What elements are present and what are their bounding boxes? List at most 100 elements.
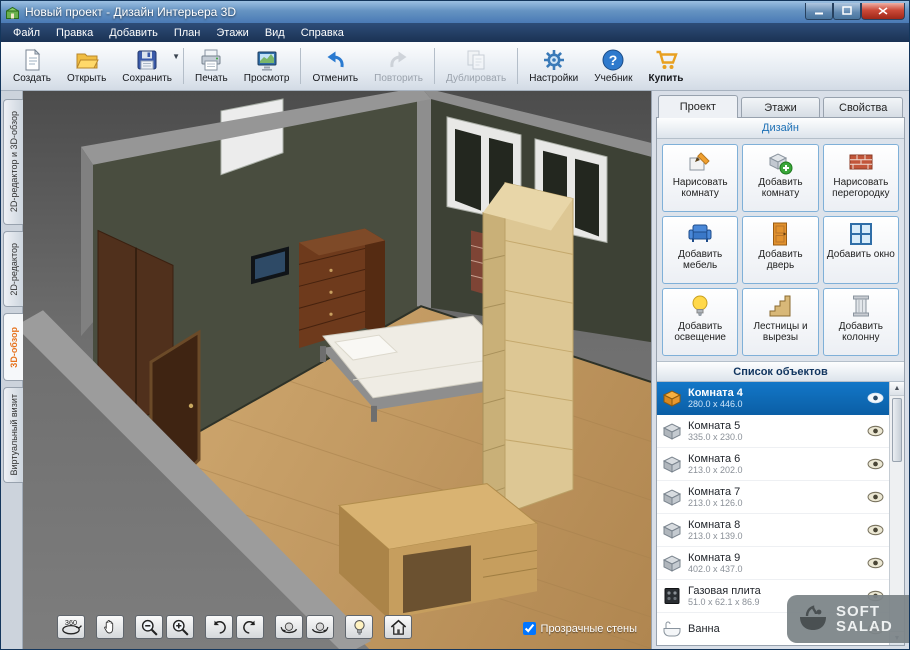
design-section-header: Дизайн bbox=[657, 118, 904, 139]
rotate-ccw-icon bbox=[210, 618, 228, 636]
save-floppy-icon bbox=[135, 48, 159, 72]
corner-post bbox=[417, 95, 431, 308]
close-button[interactable] bbox=[861, 3, 905, 20]
add-door-label: Добавить дверь bbox=[744, 249, 816, 271]
rotate-cw-button[interactable] bbox=[236, 615, 264, 639]
toolbar-open-button[interactable]: Открыть bbox=[59, 44, 114, 88]
tab-2d-and-3d-label: 2D-редактор и 3D-обзор bbox=[9, 111, 19, 212]
rotate-360-button[interactable]: 360 bbox=[57, 615, 85, 639]
column-icon bbox=[848, 293, 874, 319]
add-lighting-button[interactable]: Добавить освещение bbox=[662, 288, 738, 356]
menu-help[interactable]: Справка bbox=[293, 25, 352, 41]
tab-floors[interactable]: Этажи bbox=[741, 97, 821, 118]
stairs-icon bbox=[767, 293, 793, 319]
object-row-room-5[interactable]: Комната 5 335.0 x 230.0 bbox=[657, 415, 889, 448]
room-box-icon bbox=[662, 389, 682, 407]
orbit-left-button[interactable] bbox=[275, 615, 303, 639]
tab-2d-editor-label: 2D-редактор bbox=[9, 243, 19, 296]
lighting-button[interactable] bbox=[345, 615, 373, 639]
zoom-in-icon bbox=[171, 618, 190, 637]
tab-virtual-visit[interactable]: Виртуальный визит bbox=[3, 387, 23, 483]
pan-hand-icon bbox=[101, 618, 119, 636]
menu-edit[interactable]: Правка bbox=[48, 25, 101, 41]
visibility-eye-icon[interactable] bbox=[867, 392, 884, 404]
toolbar-save-button[interactable]: Сохранить ▼ bbox=[114, 44, 180, 88]
minimize-button[interactable] bbox=[805, 3, 833, 20]
visibility-eye-icon[interactable] bbox=[867, 458, 884, 470]
titlebar[interactable]: Новый проект - Дизайн Интерьера 3D bbox=[1, 1, 909, 23]
toolbar-separator bbox=[300, 48, 301, 84]
transparent-walls-toggle[interactable]: Прозрачные стены bbox=[523, 622, 637, 635]
transparent-walls-checkbox[interactable] bbox=[523, 622, 536, 635]
visibility-eye-icon[interactable] bbox=[867, 557, 884, 569]
toolbar-preview-button[interactable]: Просмотр bbox=[236, 44, 298, 88]
maximize-button[interactable] bbox=[833, 3, 861, 20]
light-bulb-icon bbox=[351, 618, 368, 637]
tab-2d-editor[interactable]: 2D-редактор bbox=[3, 231, 23, 307]
toolbar-tutorial-button[interactable]: ? Учебник bbox=[586, 44, 640, 88]
orbit-right-icon bbox=[310, 619, 330, 636]
visibility-eye-icon[interactable] bbox=[867, 425, 884, 437]
window-icon bbox=[848, 221, 874, 247]
toolbar-new-button[interactable]: Создать bbox=[5, 44, 59, 88]
toolbar-undo-button[interactable]: Отменить bbox=[304, 44, 366, 88]
rotate-cw-icon bbox=[241, 618, 259, 636]
save-dropdown-arrow[interactable]: ▼ bbox=[172, 52, 180, 61]
draw-room-icon bbox=[687, 149, 713, 175]
add-room-button[interactable]: Добавить комнату bbox=[742, 144, 818, 212]
room-box-icon bbox=[662, 455, 682, 473]
object-row-room-4[interactable]: Комната 4 280.0 x 446.0 bbox=[657, 382, 889, 415]
add-furniture-button[interactable]: Добавить мебель bbox=[662, 216, 738, 284]
zoom-in-button[interactable] bbox=[166, 615, 194, 639]
viewport-toolbar: 360 bbox=[57, 615, 415, 639]
tab-properties[interactable]: Свойства bbox=[823, 97, 903, 118]
tab-3d-view[interactable]: 3D-обзор bbox=[3, 313, 23, 381]
tab-project[interactable]: Проект bbox=[658, 95, 738, 118]
object-row-room-7[interactable]: Комната 7 213.0 x 126.0 bbox=[657, 481, 889, 514]
toolbar-print-label: Печать bbox=[195, 73, 228, 84]
toolbar-redo-button[interactable]: Повторить bbox=[366, 44, 431, 88]
zoom-out-button[interactable] bbox=[135, 615, 163, 639]
object-name: Комната 6 bbox=[688, 453, 861, 466]
toolbar-print-button[interactable]: Печать bbox=[187, 44, 236, 88]
design-buttons-grid: Нарисовать комнату Добавить комнату Нари… bbox=[657, 139, 904, 361]
menu-plan[interactable]: План bbox=[166, 25, 209, 41]
room-box-icon bbox=[662, 422, 682, 440]
toolbar-buy-button[interactable]: Купить bbox=[641, 44, 692, 88]
menu-file[interactable]: Файл bbox=[5, 25, 48, 41]
object-size: 335.0 x 230.0 bbox=[688, 432, 861, 442]
object-row-room-8[interactable]: Комната 8 213.0 x 139.0 bbox=[657, 514, 889, 547]
pan-hand-button[interactable] bbox=[96, 615, 124, 639]
left-tab-strip: 2D-редактор и 3D-обзор 2D-редактор 3D-об… bbox=[1, 91, 23, 649]
rotate-ccw-button[interactable] bbox=[205, 615, 233, 639]
menu-floors[interactable]: Этажи bbox=[208, 25, 256, 41]
object-row-room-6[interactable]: Комната 6 213.0 x 202.0 bbox=[657, 448, 889, 481]
toolbar-save-label: Сохранить bbox=[122, 73, 172, 84]
tab-2d-and-3d[interactable]: 2D-редактор и 3D-обзор bbox=[3, 99, 23, 225]
menu-add[interactable]: Добавить bbox=[101, 25, 166, 41]
stairs-cutouts-label: Лестницы и вырезы bbox=[744, 321, 816, 343]
draw-partition-button[interactable]: Нарисовать перегородку bbox=[823, 144, 899, 212]
stairs-cutouts-button[interactable]: Лестницы и вырезы bbox=[742, 288, 818, 356]
add-door-button[interactable]: Добавить дверь bbox=[742, 216, 818, 284]
draw-room-button[interactable]: Нарисовать комнату bbox=[662, 144, 738, 212]
menu-view[interactable]: Вид bbox=[257, 25, 293, 41]
add-column-button[interactable]: Добавить колонну bbox=[823, 288, 899, 356]
room-3d-scene bbox=[23, 91, 651, 649]
viewport-3d[interactable]: 360 Прозрачные стены bbox=[23, 91, 651, 649]
visibility-eye-icon[interactable] bbox=[867, 524, 884, 536]
scrollbar-thumb[interactable] bbox=[892, 398, 902, 462]
orbit-right-button[interactable] bbox=[306, 615, 334, 639]
toolbar-redo-label: Повторить bbox=[374, 73, 423, 84]
toolbar-settings-button[interactable]: Настройки bbox=[521, 44, 586, 88]
toolbar-duplicate-label: Дублировать bbox=[446, 73, 506, 84]
add-window-button[interactable]: Добавить окно bbox=[823, 216, 899, 284]
visibility-eye-icon[interactable] bbox=[867, 491, 884, 503]
brick-wall-icon bbox=[848, 149, 874, 175]
scroll-up-button[interactable]: ▲ bbox=[890, 382, 904, 396]
toolbar-duplicate-button[interactable]: Дублировать bbox=[438, 44, 514, 88]
home-view-button[interactable] bbox=[384, 615, 412, 639]
object-size: 213.0 x 139.0 bbox=[688, 531, 861, 541]
object-row-room-9[interactable]: Комната 9 402.0 x 437.0 bbox=[657, 547, 889, 580]
add-room-label: Добавить комнату bbox=[744, 177, 816, 199]
